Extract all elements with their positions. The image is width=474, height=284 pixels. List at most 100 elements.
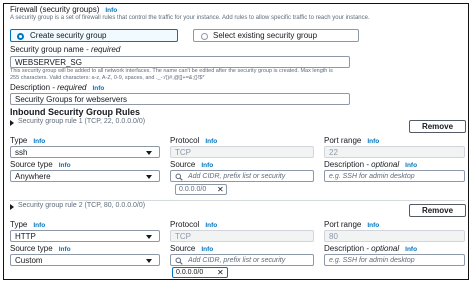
port-info-link[interactable]: Info (367, 222, 379, 229)
protocol-info-link[interactable]: Info (205, 222, 217, 229)
type-info-link[interactable]: Info (33, 222, 45, 229)
firewall-title: Firewall (security groups) (10, 5, 100, 14)
description-info-link[interactable]: Info (92, 85, 104, 92)
rule-2-type-select[interactable]: HTTP (10, 230, 160, 242)
rule-2-port-value: 80 (329, 232, 338, 241)
rule-2-port-label: Port range Info (324, 220, 379, 229)
rule-1-type-label: Type Info (10, 136, 45, 145)
rule-1-protocol-label: Protocol Info (170, 136, 217, 145)
rule-2-cidr-value: 0.0.0.0/0 (176, 269, 204, 276)
select-existing-option[interactable]: Select existing security group (193, 29, 359, 42)
close-icon[interactable]: ✕ (217, 185, 224, 194)
caret-down-icon (146, 175, 152, 179)
description-required: - required (50, 83, 87, 92)
desc-label-text: Description (324, 244, 365, 253)
rule-1-desc-input[interactable]: e.g. SSH for admin desktop (324, 170, 465, 182)
source-type-label-text: Source type (10, 160, 53, 169)
sg-name-help-2: 255 characters. Valid characters: a-z, A… (10, 75, 205, 81)
source-label-text: Source (170, 244, 196, 253)
rule-2-desc-placeholder: e.g. SSH for admin desktop (329, 256, 415, 264)
create-option-label: Create security group (30, 31, 107, 40)
rule-1-protocol-field: TCP (170, 146, 314, 158)
port-info-link[interactable]: Info (367, 138, 379, 145)
sg-name-label: Security group name - required (10, 45, 120, 54)
rule-2-source-input[interactable]: Add CIDR, prefix list or security (170, 254, 314, 266)
rule-2-source-type-label: Source type Info (10, 244, 71, 253)
desc-info-link[interactable]: Info (405, 246, 417, 253)
desc-optional: - optional (364, 160, 400, 169)
rule-2-heading: Security group rule 2 (TCP, 80, 0.0.0.0/… (18, 201, 146, 209)
firewall-heading: Firewall (security groups) Info (10, 5, 117, 14)
rule-2-cidr-token: 0.0.0.0/0 ✕ (172, 267, 228, 278)
search-icon (175, 173, 183, 181)
rule-2-type-label: Type Info (10, 220, 45, 229)
source-info-link[interactable]: Info (201, 246, 213, 253)
caret-down-icon (146, 151, 152, 155)
rule-2-protocol-value: TCP (175, 232, 191, 241)
caret-down-icon (146, 235, 152, 239)
rule-2-port-field: 80 (324, 230, 465, 242)
sg-name-input[interactable]: WEBSERVER_SG (10, 56, 350, 68)
description-value: Security Groups for webservers (15, 95, 128, 104)
protocol-info-link[interactable]: Info (205, 138, 217, 145)
sg-name-help-1: This security group will be added to all… (10, 68, 333, 74)
rule-2-remove-button[interactable]: Remove (409, 204, 466, 217)
description-input[interactable]: Security Groups for webservers (10, 93, 350, 105)
create-security-group-option[interactable]: Create security group (10, 29, 178, 42)
firewall-description: A security group is a set of firewall ru… (10, 15, 370, 21)
rule-1-desc-placeholder: e.g. SSH for admin desktop (329, 172, 415, 180)
rule-1-source-label: Source Info (170, 160, 213, 169)
rule-1-port-label: Port range Info (324, 136, 379, 145)
type-label-text: Type (10, 136, 28, 145)
caret-down-icon (146, 259, 152, 263)
rule-1-cidr-token: 0.0.0.0/0 ✕ (175, 184, 227, 195)
rule-1-desc-label: Description - optional Info (324, 160, 417, 169)
firewall-info-link[interactable]: Info (105, 7, 117, 14)
source-info-link[interactable]: Info (201, 162, 213, 169)
rule-2-source-label: Source Info (170, 244, 213, 253)
source-type-info-link[interactable]: Info (59, 246, 71, 253)
create-radio[interactable] (17, 32, 24, 40)
sg-name-required: - required (83, 45, 121, 54)
type-label-text: Type (10, 220, 28, 229)
rule-1-heading: Security group rule 1 (TCP, 22, 0.0.0.0/… (18, 117, 146, 125)
protocol-label-text: Protocol (170, 220, 200, 229)
desc-label-text: Description (324, 160, 365, 169)
rule-1-source-type-value: Anywhere (15, 172, 51, 181)
type-info-link[interactable]: Info (33, 138, 45, 145)
rule-1-source-type-select[interactable]: Anywhere (10, 170, 160, 182)
sg-name-label-text: Security group name (10, 45, 84, 54)
source-type-info-link[interactable]: Info (59, 162, 71, 169)
desc-info-link[interactable]: Info (405, 162, 417, 169)
rule-2-desc-label: Description - optional Info (324, 244, 417, 253)
expand-triangle-icon[interactable] (10, 120, 14, 126)
rule-2-protocol-field: TCP (170, 230, 314, 242)
select-existing-label: Select existing security group (213, 31, 318, 40)
rule-1-remove-button[interactable]: Remove (409, 120, 466, 133)
rule-1-protocol-value: TCP (175, 148, 191, 157)
rule-2-source-placeholder: Add CIDR, prefix list or security (188, 256, 286, 264)
rule-1-port-field: 22 (324, 146, 465, 158)
rule-1-type-select[interactable]: ssh (10, 146, 160, 158)
protocol-label-text: Protocol (170, 136, 200, 145)
rule-1-port-value: 22 (329, 148, 338, 157)
rule-1-source-placeholder: Add CIDR, prefix list or security (188, 172, 286, 180)
select-existing-radio[interactable] (201, 32, 208, 40)
rule-2-type-value: HTTP (15, 232, 36, 241)
sg-name-value: WEBSERVER_SG (15, 58, 82, 67)
rule-1-source-type-label: Source type Info (10, 160, 71, 169)
desc-optional: - optional (364, 244, 400, 253)
description-label: Description - required Info (10, 83, 104, 92)
rule-1-source-input[interactable]: Add CIDR, prefix list or security (170, 170, 314, 182)
source-label-text: Source (170, 160, 196, 169)
rule-2-source-type-select[interactable]: Custom (10, 254, 160, 266)
rule-1-cidr-value: 0.0.0.0/0 (179, 186, 207, 193)
search-icon (175, 257, 183, 265)
close-icon[interactable]: ✕ (217, 268, 224, 277)
source-type-label-text: Source type (10, 244, 53, 253)
security-group-panel: Firewall (security groups) Info A securit… (3, 3, 469, 280)
rule-2-desc-input[interactable]: e.g. SSH for admin desktop (324, 254, 465, 266)
description-label-text: Description (10, 83, 51, 92)
rule-1-type-value: ssh (15, 148, 28, 157)
expand-triangle-icon[interactable] (10, 204, 14, 210)
